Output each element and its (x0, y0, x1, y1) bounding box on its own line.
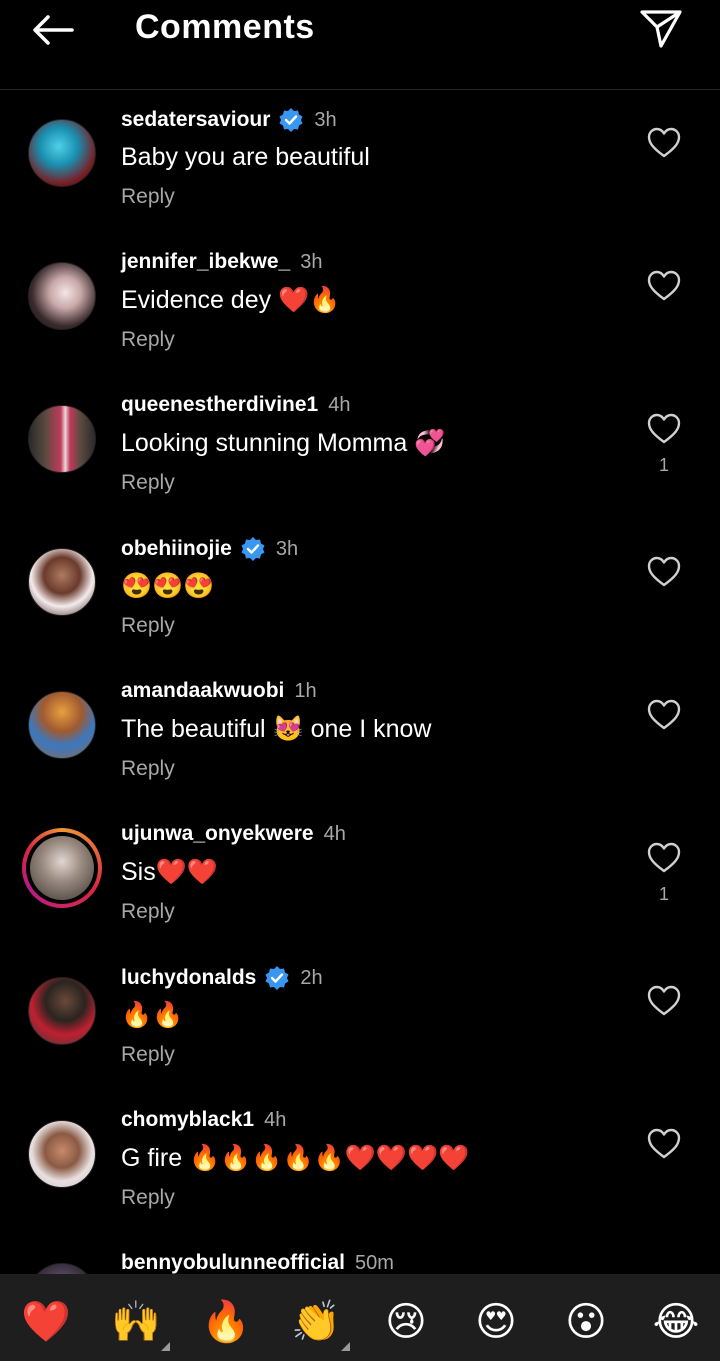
header: Comments (0, 0, 720, 90)
skin-tone-indicator-icon (341, 1342, 350, 1351)
raising-hands-emoji: 🙌 (111, 1299, 161, 1345)
reply-button[interactable]: Reply (121, 1043, 175, 1067)
timestamp: 4h (264, 1108, 287, 1131)
avatar[interactable] (28, 1263, 96, 1274)
heart-icon[interactable] (647, 127, 681, 159)
avatar[interactable] (28, 119, 96, 187)
comment-item: queenestherdivine1 4h Looking stunning M… (0, 377, 720, 520)
comment-text: Evidence dey ❤️🔥 (121, 286, 341, 314)
comment-text: Looking stunning Momma 💞 (121, 429, 446, 457)
reaction-red-heart[interactable]: ❤️ (18, 1297, 74, 1347)
heart-icon[interactable] (647, 556, 681, 588)
arrow-left-icon (33, 15, 74, 45)
comment-text: Baby you are beautiful (121, 143, 370, 171)
comment-item: luchydonalds 2h 🔥🔥 Reply (0, 949, 720, 1092)
reply-button[interactable]: Reply (121, 757, 175, 781)
comment-item: ujunwa_onyekwere 4h Sis❤️❤️ Reply 1 (0, 806, 720, 949)
timestamp: 4h (328, 393, 351, 416)
comment-item: jennifer_ibekwe_ 3h Evidence dey ❤️🔥 Rep… (0, 234, 720, 377)
comment-item: chomyblack1 4h G fire 🔥🔥🔥🔥🔥❤️❤️❤️❤️ Repl… (0, 1092, 720, 1235)
reaction-heart-eyes[interactable]: 😍 (468, 1297, 524, 1347)
page-title: Comments (135, 8, 315, 46)
timestamp: 3h (300, 250, 323, 273)
username[interactable]: amandaakwuobi (121, 679, 284, 703)
like-count: 1 (658, 884, 669, 904)
back-button[interactable] (24, 8, 80, 52)
username[interactable]: ujunwa_onyekwere (121, 822, 314, 846)
username[interactable]: obehiinojie (121, 537, 232, 561)
verified-badge-icon (265, 966, 289, 990)
heart-icon[interactable] (647, 270, 681, 302)
story-ring (22, 828, 102, 908)
timestamp: 3h (314, 108, 337, 131)
reaction-fire[interactable]: 🔥 (198, 1297, 254, 1347)
avatar[interactable] (28, 262, 96, 330)
username[interactable]: jennifer_ibekwe_ (121, 250, 290, 274)
username[interactable]: queenestherdivine1 (121, 393, 318, 417)
comment-text: The beautiful 😻 one I know (121, 715, 432, 743)
username[interactable]: bennyobulunneofficial (121, 1251, 345, 1274)
reply-button[interactable]: Reply (121, 328, 175, 352)
avatar-with-story-ring[interactable] (22, 828, 102, 908)
verified-badge-icon (279, 108, 303, 132)
comment-item: amandaakwuobi 1h The beautiful 😻 one I k… (0, 663, 720, 806)
comment-item: obehiinojie 3h 😍😍😍 Reply (0, 520, 720, 663)
reaction-surprised-face[interactable]: 😮 (558, 1297, 614, 1347)
verified-badge-icon (241, 537, 265, 561)
comment-item: bennyobulunneofficial 50m (0, 1235, 720, 1274)
heart-icon[interactable] (647, 413, 681, 445)
username[interactable]: sedatersaviour (121, 108, 270, 132)
comment-text: 🔥🔥 (121, 1001, 184, 1029)
heart-icon[interactable] (647, 1128, 681, 1160)
reaction-tears-of-joy[interactable]: 😂 (648, 1297, 704, 1347)
reply-button[interactable]: Reply (121, 471, 175, 495)
share-button[interactable] (632, 4, 690, 54)
quick-reaction-bar: ❤️ 🙌 🔥 👏 😢 😍 😮 😂 (0, 1274, 720, 1361)
avatar[interactable] (28, 977, 96, 1045)
avatar[interactable] (28, 548, 96, 616)
comment-text: 😍😍😍 (121, 572, 215, 600)
like-count: 1 (658, 455, 669, 475)
avatar[interactable] (28, 405, 96, 473)
reaction-clapping-hands[interactable]: 👏 (288, 1297, 350, 1351)
reply-button[interactable]: Reply (121, 185, 175, 209)
comment-item: sedatersaviour 3h Baby you are beautiful… (0, 91, 720, 234)
skin-tone-indicator-icon (161, 1342, 170, 1351)
timestamp: 50m (355, 1251, 394, 1274)
username[interactable]: chomyblack1 (121, 1108, 254, 1132)
comment-list: sedatersaviour 3h Baby you are beautiful… (0, 91, 720, 1274)
comment-text: Sis❤️❤️ (121, 858, 218, 886)
heart-icon[interactable] (647, 985, 681, 1017)
heart-icon[interactable] (647, 842, 681, 874)
paper-plane-icon (640, 10, 682, 48)
avatar[interactable] (28, 691, 96, 759)
timestamp: 1h (294, 679, 317, 702)
timestamp: 4h (323, 822, 346, 845)
reply-button[interactable]: Reply (121, 1186, 175, 1210)
reaction-crying-face[interactable]: 😢 (378, 1297, 434, 1347)
avatar[interactable] (28, 1120, 96, 1188)
timestamp: 3h (275, 537, 299, 560)
reply-button[interactable]: Reply (121, 614, 175, 638)
heart-icon[interactable] (647, 699, 681, 731)
clapping-hands-emoji: 👏 (291, 1299, 341, 1345)
reaction-raising-hands[interactable]: 🙌 (108, 1297, 170, 1351)
reply-button[interactable]: Reply (121, 900, 175, 924)
timestamp: 2h (300, 966, 323, 989)
username[interactable]: luchydonalds (121, 966, 256, 990)
comment-text: G fire 🔥🔥🔥🔥🔥❤️❤️❤️❤️ (121, 1144, 470, 1172)
